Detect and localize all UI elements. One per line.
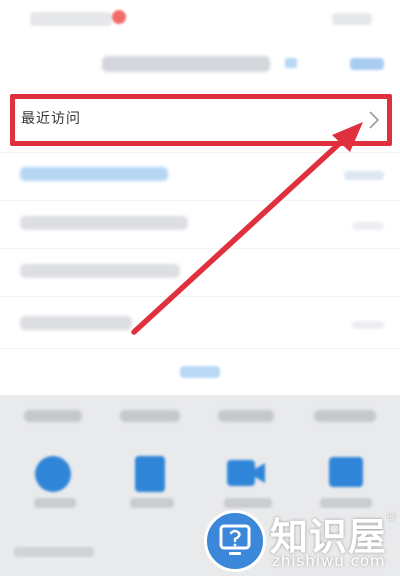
tool-label-blurred (34, 498, 76, 508)
status-right-blurred (332, 13, 372, 25)
watermark-url: zhishiwu.com (272, 552, 386, 570)
panel-tab-blurred[interactable] (24, 410, 82, 422)
recent-visits-label: 最近访问 (21, 111, 81, 127)
panel-tab-blurred[interactable] (314, 410, 376, 422)
divider (0, 152, 400, 153)
watermark-registered-mark: ® (386, 510, 397, 523)
monitor-question-icon (219, 524, 251, 555)
list-item-link-blurred[interactable] (20, 167, 168, 181)
list-item-blurred[interactable] (20, 216, 188, 230)
tool-icon-video[interactable] (226, 455, 266, 491)
panel-footer-blurred (14, 547, 94, 557)
divider (0, 200, 400, 201)
list-item-blurred[interactable] (20, 316, 132, 330)
more-link-blurred[interactable] (180, 366, 220, 378)
panel-tab-blurred[interactable] (120, 410, 180, 422)
status-bar (0, 0, 400, 40)
recent-visits-row[interactable]: 最近访问 (10, 94, 392, 146)
header-action-blurred[interactable] (350, 58, 384, 70)
status-left-blurred (30, 12, 112, 26)
list-item-meta-blurred (352, 321, 384, 329)
list-item-meta-blurred (352, 222, 384, 230)
notification-dot (112, 10, 126, 24)
tool-icon-screen[interactable] (328, 455, 364, 491)
list-item-blurred[interactable] (20, 264, 180, 278)
tool-icon-circle[interactable] (34, 455, 72, 493)
title-dropdown-icon[interactable] (285, 58, 297, 68)
tool-icon-document[interactable] (134, 455, 166, 493)
tool-label-blurred (130, 498, 174, 508)
divider (0, 248, 400, 249)
page-title-blurred[interactable] (102, 56, 270, 72)
list-item-meta-blurred (344, 171, 384, 180)
list-sheet: 最近访问 (0, 0, 400, 395)
watermark-badge (204, 510, 266, 572)
panel-tab-blurred[interactable] (218, 410, 274, 422)
divider (0, 296, 400, 297)
tool-label-blurred (224, 498, 272, 508)
chevron-right-icon (369, 111, 380, 129)
divider (0, 348, 400, 349)
